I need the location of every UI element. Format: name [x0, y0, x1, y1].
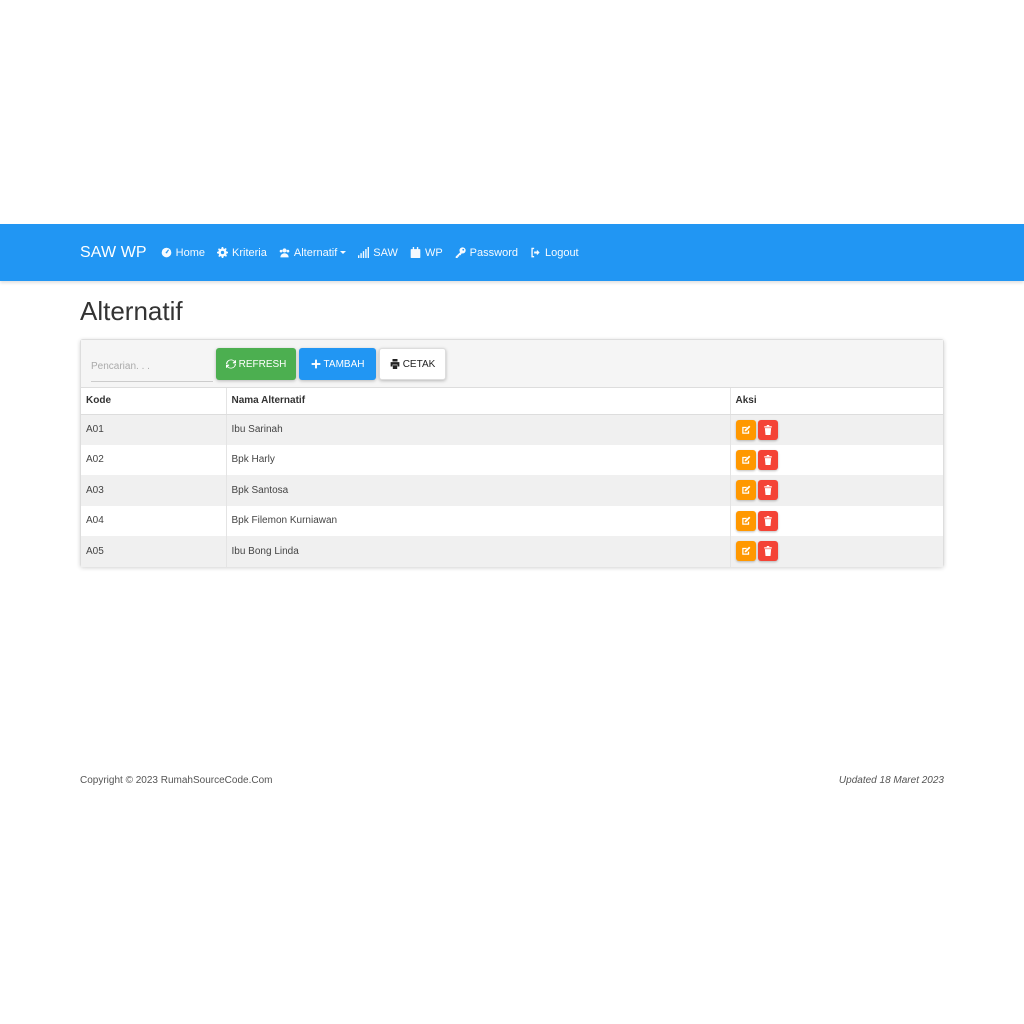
nav-item-label: Kriteria — [232, 246, 267, 259]
nav-item-password[interactable]: Password — [449, 224, 524, 281]
print-icon — [390, 359, 400, 369]
cell-kode: A05 — [86, 545, 104, 557]
signal-icon — [358, 247, 370, 258]
cell-aksi — [729, 444, 943, 475]
cetak-button-label: CETAK — [402, 358, 436, 370]
alternatif-panel: REFRESH TAMBAH CETAK Kode Nama Alternati… — [80, 339, 944, 567]
cell-kode: A01 — [86, 424, 104, 435]
cell-kode: A04 — [86, 515, 104, 527]
navbar-inner: SAW WP Home Kriteria Alternatif SAW WP P… — [80, 224, 585, 281]
search-input[interactable] — [91, 352, 213, 382]
table-row: A02 Bpk Harly — [81, 444, 943, 475]
plus-icon — [311, 359, 320, 369]
nav-item-label: WP — [424, 246, 443, 259]
cell-kode: A02 — [86, 454, 104, 466]
users-icon — [279, 248, 290, 258]
edit-icon — [741, 485, 750, 494]
nav-item-kriteria[interactable]: Kriteria — [211, 224, 273, 281]
edit-button[interactable] — [735, 419, 756, 440]
edit-button[interactable] — [735, 449, 756, 470]
cell-kode: A03 — [86, 484, 104, 496]
cell-nama: Bpk Harly — [225, 444, 730, 475]
dashboard-icon — [161, 247, 171, 258]
trash-icon — [763, 485, 772, 496]
calendar-icon — [410, 247, 421, 258]
cell-nama: Bpk Filemon Kurniawan — [225, 505, 730, 536]
caret-down-icon — [340, 251, 347, 254]
cell-nama: Ibu Bong Linda — [225, 536, 730, 567]
tambah-button-label: TAMBAH — [323, 358, 365, 370]
sign-out-icon — [531, 247, 540, 258]
key-icon — [455, 247, 466, 258]
nav-item-logout[interactable]: Logout — [524, 224, 585, 281]
header-kode: Kode — [81, 388, 226, 415]
table-row: A01 Ibu Sarinah — [81, 414, 943, 445]
nav-item-label: Logout — [544, 246, 579, 259]
cell-aksi — [729, 536, 943, 567]
cell-nama: Bpk Santosa — [225, 475, 730, 506]
nav-item-label: SAW — [373, 246, 398, 259]
delete-button[interactable] — [757, 510, 778, 531]
table-row: A03 Bpk Santosa — [81, 475, 943, 506]
cell-aksi — [729, 475, 943, 506]
edit-icon — [741, 516, 750, 525]
edit-icon — [741, 425, 750, 434]
delete-button[interactable] — [757, 541, 778, 562]
header-nama: Nama Alternatif — [225, 388, 730, 415]
gear-icon — [217, 247, 229, 258]
refresh-button-label: REFRESH — [238, 358, 287, 370]
edit-button[interactable] — [735, 480, 756, 501]
trash-icon — [763, 424, 772, 435]
page-title: Alternatif — [80, 296, 183, 326]
delete-button[interactable] — [757, 480, 778, 501]
table-header-row: Kode Nama Alternatif Aksi — [81, 388, 943, 415]
edit-button[interactable] — [735, 541, 756, 562]
table-row: A04 Bpk Filemon Kurniawan — [81, 505, 943, 536]
navbar-brand[interactable]: SAW WP — [80, 244, 147, 262]
nav-item-label: Home — [175, 246, 206, 259]
panel-toolbar: REFRESH TAMBAH CETAK — [81, 340, 943, 388]
trash-icon — [763, 515, 772, 526]
nav-item-label: Alternatif — [293, 246, 338, 259]
cetak-button[interactable]: CETAK — [379, 348, 446, 380]
edit-icon — [741, 546, 750, 555]
edit-button[interactable] — [735, 510, 756, 531]
delete-button[interactable] — [757, 419, 778, 440]
trash-icon — [763, 546, 772, 557]
nav-item-label: Password — [469, 246, 518, 259]
nav-item-home[interactable]: Home — [155, 224, 211, 281]
cell-nama: Ibu Sarinah — [225, 414, 730, 445]
refresh-button[interactable]: REFRESH — [216, 348, 296, 380]
nav-item-saw[interactable]: SAW — [352, 224, 404, 281]
cell-aksi — [729, 414, 943, 445]
trash-icon — [763, 454, 772, 465]
nav-item-alternatif[interactable]: Alternatif — [273, 224, 352, 281]
nav-item-wp[interactable]: WP — [404, 224, 449, 281]
navbar: SAW WP Home Kriteria Alternatif SAW WP P… — [0, 224, 1024, 281]
footer-updated: Updated 18 Maret 2023 — [838, 775, 944, 786]
edit-icon — [741, 455, 750, 464]
cell-aksi — [729, 505, 943, 536]
alternatif-table: Kode Nama Alternatif Aksi A01 Ibu Sarina… — [81, 388, 943, 567]
table-row: A05 Ibu Bong Linda — [81, 536, 943, 567]
delete-button[interactable] — [757, 449, 778, 470]
header-aksi: Aksi — [729, 388, 943, 415]
tambah-button[interactable]: TAMBAH — [299, 348, 376, 380]
refresh-icon — [225, 359, 236, 369]
footer-copyright: Copyright © 2023 RumahSourceCode.Com — [80, 775, 273, 786]
